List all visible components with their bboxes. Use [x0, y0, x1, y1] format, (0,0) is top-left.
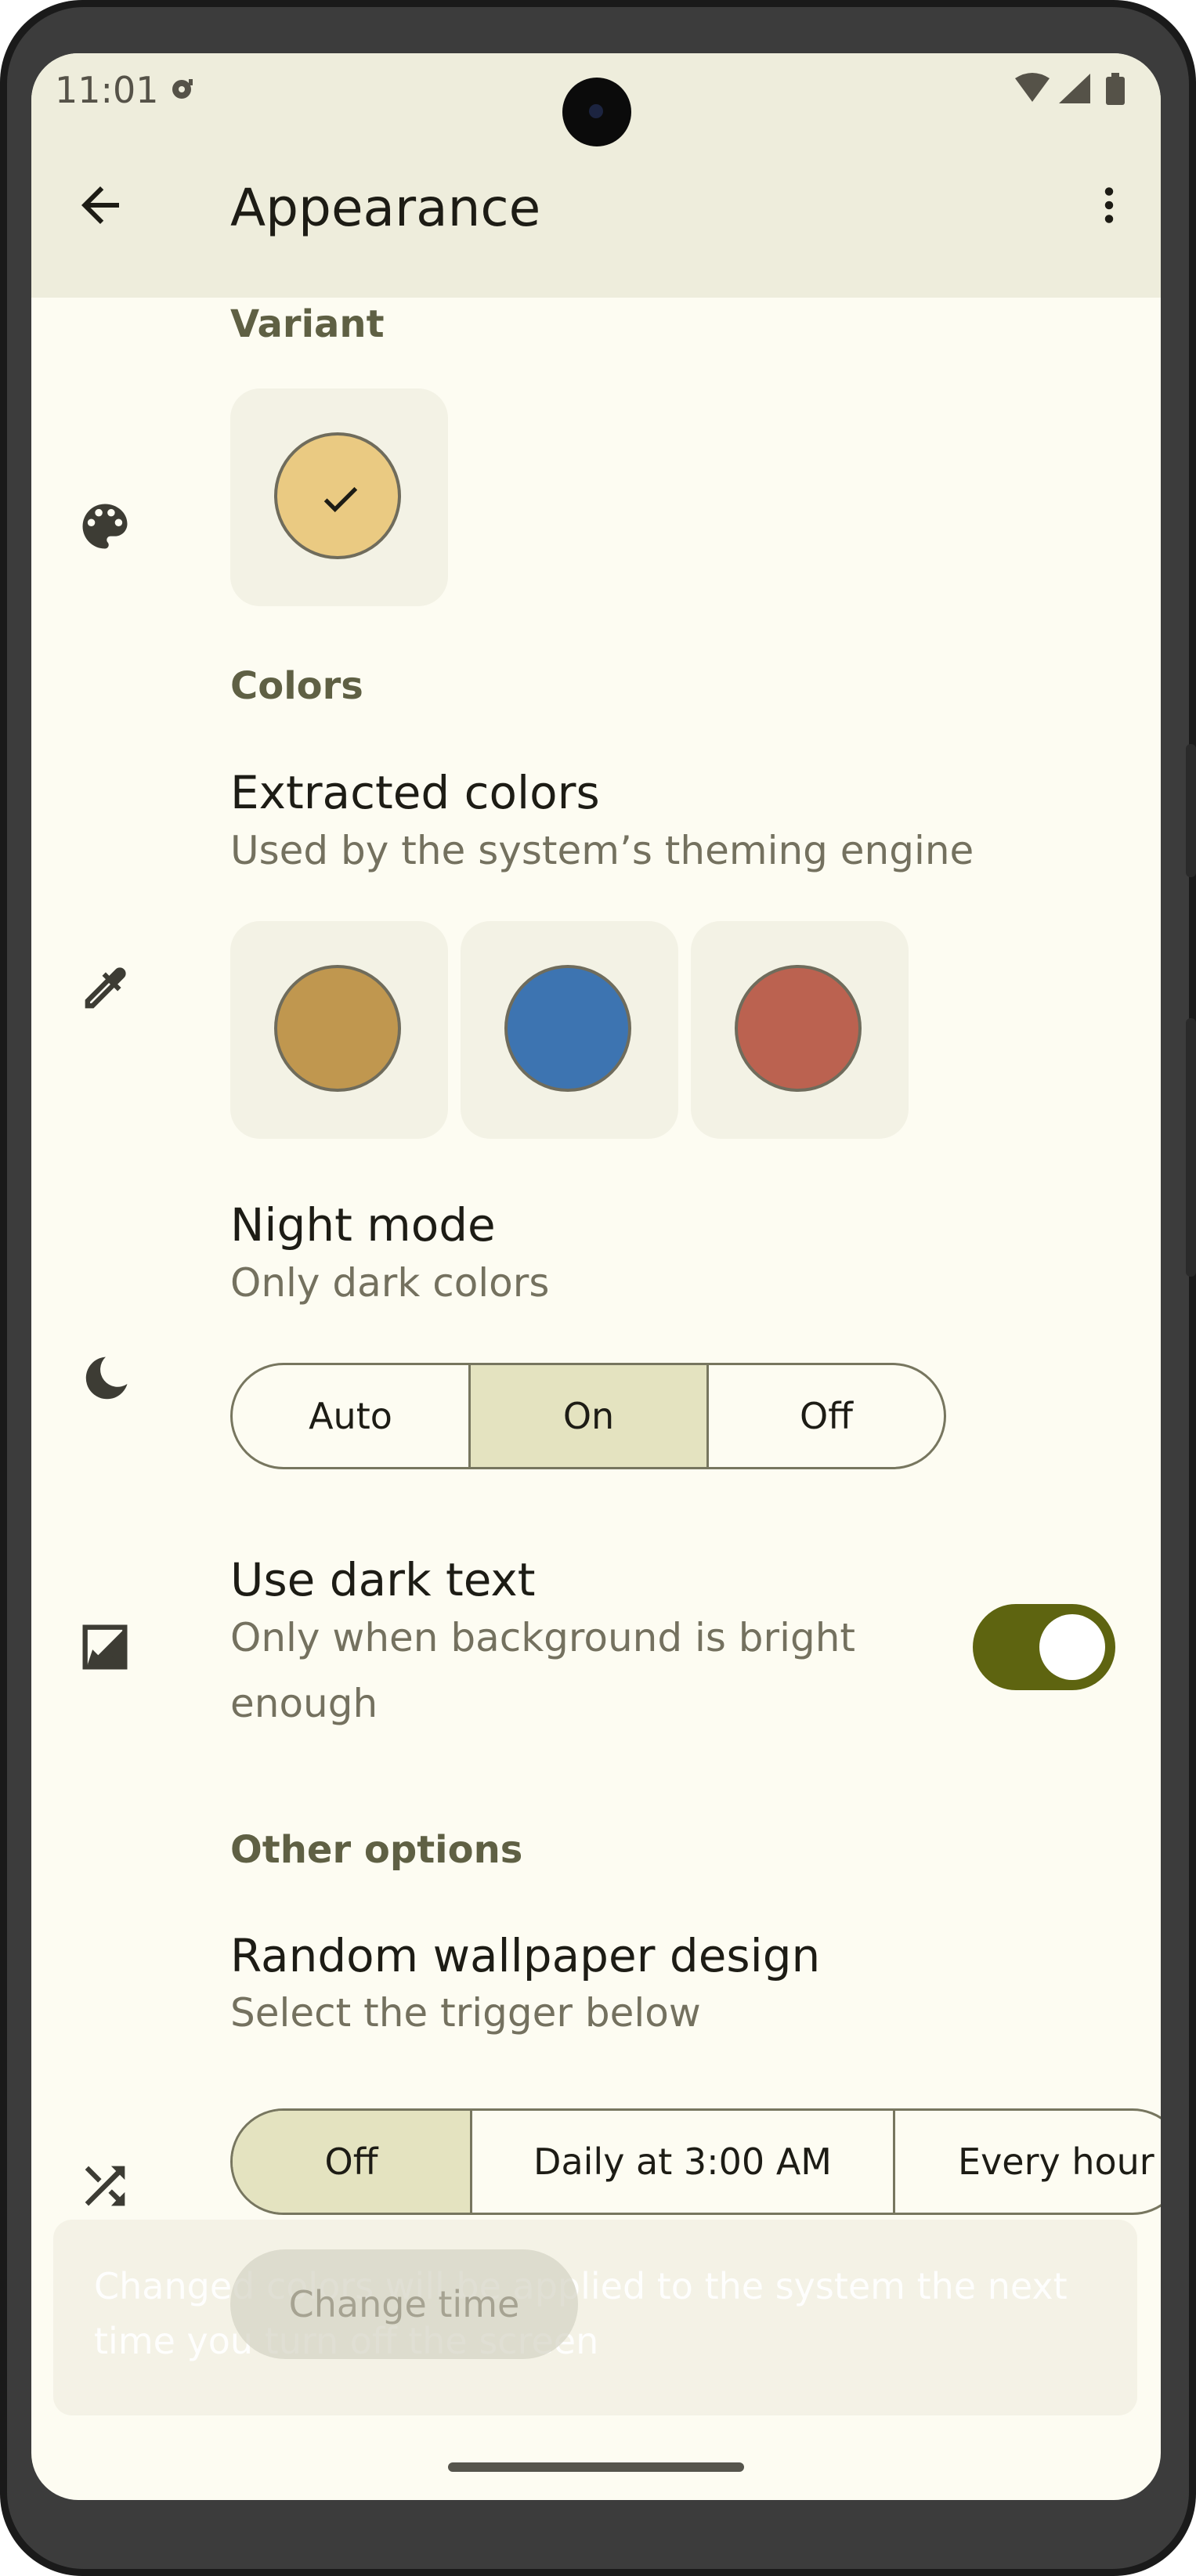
color-circle	[274, 965, 401, 1092]
screen: 11:01 Appearance Variant Colors Extracte…	[31, 53, 1161, 2500]
dark-text-title: Use dark text	[230, 1553, 536, 1606]
front-camera	[562, 78, 631, 146]
arrow-back-icon[interactable]	[72, 177, 128, 233]
segment-auto[interactable]: Auto	[233, 1365, 471, 1467]
section-header-other-options: Other options	[230, 1828, 523, 1872]
extracted-color-swatch-1[interactable]	[230, 921, 448, 1139]
page-title: Appearance	[230, 178, 541, 238]
dark-text-toggle[interactable]	[973, 1604, 1115, 1690]
shuffle-icon	[85, 2166, 125, 2206]
home-indicator[interactable]	[448, 2462, 744, 2472]
check-icon	[323, 486, 358, 513]
media-notification-icon	[172, 79, 193, 99]
night-mode-title: Night mode	[230, 1198, 496, 1252]
dark-text-subtitle: Only when background is bright enough	[230, 1615, 856, 1726]
status-time: 11:01	[55, 69, 159, 111]
segment-daily[interactable]: Daily at 3:00 AM	[472, 2111, 895, 2213]
color-circle	[504, 965, 631, 1092]
section-header-variant: Variant	[230, 302, 385, 346]
moon-icon	[85, 1357, 128, 1400]
change-time-button[interactable]: Change time	[230, 2249, 578, 2359]
segment-on[interactable]: On	[471, 1365, 709, 1467]
snackbar: Changed colors will be applied to the sy…	[53, 2220, 1137, 2415]
extracted-colors-subtitle: Used by the system’s theming engine	[230, 828, 974, 873]
random-wallpaper-segmented-control: Off Daily at 3:00 AM Every hour	[230, 2108, 1161, 2215]
extracted-color-swatch-3[interactable]	[691, 921, 909, 1139]
random-wallpaper-title: Random wallpaper design	[230, 1929, 821, 1982]
color-circle	[735, 965, 862, 1092]
contrast-icon	[82, 1624, 128, 1670]
segment-every-hour[interactable]: Every hour	[895, 2111, 1161, 2213]
segment-off[interactable]: Off	[709, 1365, 944, 1467]
extracted-color-swatch-2[interactable]	[461, 921, 678, 1139]
night-mode-segmented-control: Auto On Off	[230, 1363, 946, 1469]
eyedropper-icon	[85, 967, 126, 1009]
extracted-colors-title: Extracted colors	[230, 766, 600, 819]
power-button	[1186, 744, 1196, 877]
toggle-knob	[1039, 1614, 1105, 1680]
battery-icon	[1106, 73, 1125, 105]
palette-icon	[82, 504, 128, 549]
signal-icon	[1059, 74, 1090, 103]
variant-swatch[interactable]	[230, 388, 448, 606]
wifi-icon	[1015, 73, 1050, 102]
section-header-colors: Colors	[230, 664, 363, 708]
status-icons	[1015, 73, 1125, 105]
segment-off[interactable]: Off	[233, 2111, 472, 2213]
more-vert-icon[interactable]	[1086, 177, 1133, 233]
volume-button	[1186, 1018, 1196, 1277]
random-wallpaper-subtitle: Select the trigger below	[230, 1990, 701, 2036]
night-mode-subtitle: Only dark colors	[230, 1260, 550, 1306]
variant-color-circle	[274, 432, 401, 559]
